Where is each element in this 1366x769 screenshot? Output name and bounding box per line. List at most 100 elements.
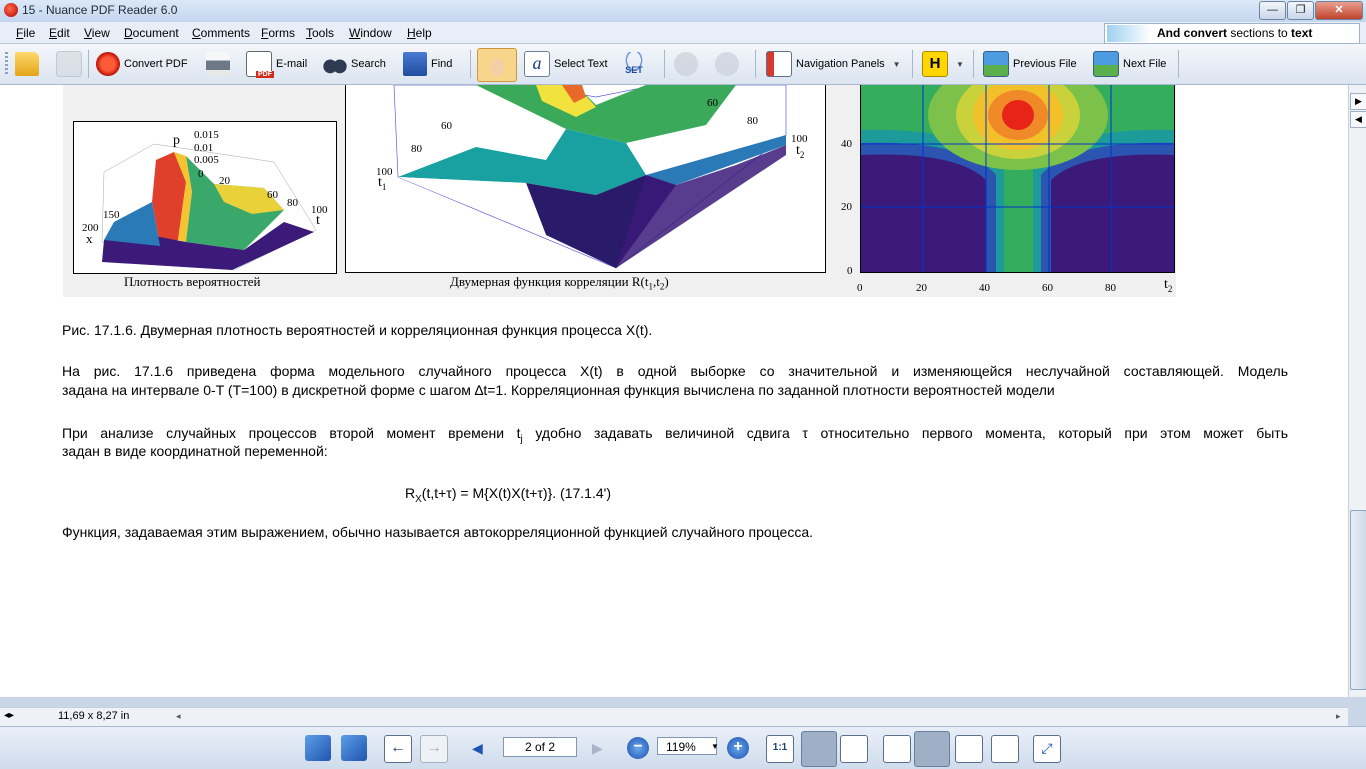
menu-tools[interactable]: Tools bbox=[306, 26, 334, 40]
set-button[interactable]: SET bbox=[622, 48, 646, 80]
binoculars-icon bbox=[323, 52, 347, 76]
email-button[interactable]: PDF E-mail bbox=[246, 48, 307, 80]
close-button[interactable]: ✕ bbox=[1315, 1, 1363, 20]
scroll-right-icon[interactable]: ▸ bbox=[1336, 711, 1341, 722]
select-text-button[interactable]: a Select Text bbox=[524, 48, 608, 80]
window-title: 15 - Nuance PDF Reader 6.0 bbox=[22, 3, 178, 17]
save-disk-icon bbox=[56, 51, 82, 77]
paragraph-2-line-2: задан в виде координатной переменной: bbox=[62, 443, 328, 459]
rotate-right-icon bbox=[715, 52, 739, 76]
promo-logo bbox=[1107, 25, 1151, 42]
minimize-button[interactable]: — bbox=[1259, 1, 1286, 20]
next-file-icon bbox=[1093, 51, 1119, 77]
convert-pdf-label: Convert PDF bbox=[124, 58, 188, 70]
navigation-panels-button[interactable]: Navigation Panels ▼ bbox=[766, 48, 901, 80]
density-x-tick: 150 bbox=[103, 209, 120, 221]
email-label: E-mail bbox=[276, 58, 308, 70]
corr-right-tick: 60 bbox=[707, 97, 718, 109]
back-arrow-icon[interactable]: ← bbox=[384, 735, 412, 763]
fit-page-icon[interactable] bbox=[801, 731, 837, 767]
density-p-tick: 0.01 bbox=[194, 142, 214, 154]
search-label: Search bbox=[351, 58, 386, 70]
resize-arrows-icon[interactable]: ◂▸ bbox=[4, 710, 14, 721]
chevron-down-icon[interactable]: ▼ bbox=[711, 742, 719, 751]
previous-file-button[interactable]: Previous File bbox=[983, 48, 1077, 80]
rotate-right-button[interactable] bbox=[715, 48, 739, 80]
page-number-input[interactable]: 2 of 2 bbox=[503, 737, 577, 757]
density-t-tick: 20 bbox=[219, 175, 230, 187]
single-page-icon[interactable] bbox=[883, 735, 911, 763]
menu-edit[interactable]: Edit bbox=[49, 26, 70, 40]
convert-pdf-button[interactable]: Convert PDF bbox=[96, 48, 188, 80]
rotate-left-button[interactable] bbox=[674, 48, 698, 80]
continuous-facing-icon[interactable] bbox=[991, 735, 1019, 763]
promo-banner[interactable]: And convert sections to text bbox=[1104, 23, 1360, 44]
continuous-page-icon[interactable] bbox=[914, 731, 950, 767]
document-view[interactable]: 0 50 t p 0.015 0.01 0.005 0 150 200 x 20… bbox=[0, 85, 1348, 697]
density-t-label: t bbox=[316, 213, 320, 228]
navigation-panels-icon bbox=[766, 51, 792, 77]
menu-document[interactable]: Document bbox=[124, 26, 179, 40]
paragraph-3: Функция, задаваемая этим выражением, обы… bbox=[62, 524, 814, 540]
contour-y-tick: 20 bbox=[841, 201, 852, 213]
open-folder-icon bbox=[15, 52, 39, 76]
menu-window[interactable]: Window bbox=[349, 26, 392, 40]
corr-left-tick: 80 bbox=[411, 143, 422, 155]
page-refresh-right-icon[interactable] bbox=[341, 735, 367, 761]
save-button[interactable] bbox=[56, 48, 82, 80]
main-toolbar: Convert PDF PDF E-mail Search Find a Sel… bbox=[0, 44, 1366, 85]
zoom-level-input[interactable]: 119% bbox=[657, 737, 717, 755]
contour-x-tick: 60 bbox=[1042, 282, 1053, 294]
title-bar: 15 - Nuance PDF Reader 6.0 — ❐ ✕ bbox=[0, 0, 1366, 22]
vertical-scrollbar[interactable]: ▶ ◀ bbox=[1348, 85, 1366, 697]
highlight-button[interactable]: H ▼ bbox=[922, 48, 964, 80]
forward-arrow-icon[interactable]: → bbox=[420, 735, 448, 763]
scrollbar-thumb[interactable] bbox=[1350, 510, 1366, 690]
promo-text: And convert sections to text bbox=[1157, 26, 1313, 40]
density-p-tick: 0.005 bbox=[194, 154, 219, 166]
full-screen-icon[interactable]: ⤢ bbox=[1033, 735, 1061, 763]
hand-tool-button[interactable] bbox=[477, 48, 517, 82]
corr-right-tick: 80 bbox=[747, 115, 758, 127]
next-file-button[interactable]: Next File bbox=[1093, 48, 1166, 80]
density-p-tick: 0 bbox=[198, 168, 204, 180]
scroll-left-arrow-icon[interactable]: ◀ bbox=[1350, 111, 1366, 128]
menu-help[interactable]: Help bbox=[407, 26, 432, 40]
maximize-button[interactable]: ❐ bbox=[1287, 1, 1314, 20]
fit-width-icon[interactable] bbox=[840, 735, 868, 763]
find-button[interactable]: Find bbox=[403, 48, 452, 80]
correlation-surface-plot bbox=[345, 85, 826, 273]
facing-pages-icon[interactable] bbox=[955, 735, 983, 763]
chevron-down-icon: ▼ bbox=[956, 59, 964, 69]
app-icon bbox=[4, 3, 18, 17]
zoom-in-icon[interactable]: + bbox=[727, 737, 749, 759]
find-label: Find bbox=[431, 58, 453, 70]
contour-x-tick: 80 bbox=[1105, 282, 1116, 294]
contour-x-tick: 0 bbox=[857, 282, 863, 294]
zoom-out-icon[interactable]: − bbox=[627, 737, 649, 759]
scroll-right-arrow-icon[interactable]: ▶ bbox=[1350, 93, 1366, 110]
open-button[interactable] bbox=[15, 48, 39, 80]
density-p-label: p bbox=[173, 133, 180, 148]
density-caption: Плотность вероятностей bbox=[124, 274, 261, 289]
menu-file[interactable]: File bbox=[16, 26, 35, 40]
paragraph-1-line-2: задана на интервале 0-T (T=100) в дискре… bbox=[62, 382, 1055, 398]
corr-t2-label: t2 bbox=[796, 143, 805, 160]
toolbar-grip[interactable] bbox=[5, 52, 8, 76]
previous-page-icon[interactable]: ◀ bbox=[472, 740, 483, 757]
print-button[interactable] bbox=[206, 48, 230, 80]
contour-map bbox=[861, 85, 1174, 272]
menu-comments[interactable]: Comments bbox=[192, 26, 250, 40]
printer-icon bbox=[206, 52, 230, 76]
contour-x-tick: 20 bbox=[916, 282, 927, 294]
search-button[interactable]: Search bbox=[323, 48, 386, 80]
select-text-icon: a bbox=[524, 51, 550, 77]
next-page-icon[interactable]: ▶ bbox=[592, 740, 603, 757]
menu-forms[interactable]: Forms bbox=[261, 26, 295, 40]
navigation-panels-label: Navigation Panels bbox=[796, 58, 885, 70]
page-refresh-left-icon[interactable] bbox=[305, 735, 331, 761]
actual-size-icon[interactable]: 1:1 bbox=[766, 735, 794, 763]
hand-icon bbox=[486, 54, 508, 76]
menu-view[interactable]: View bbox=[84, 26, 110, 40]
scroll-left-icon[interactable]: ◂ bbox=[176, 711, 181, 722]
